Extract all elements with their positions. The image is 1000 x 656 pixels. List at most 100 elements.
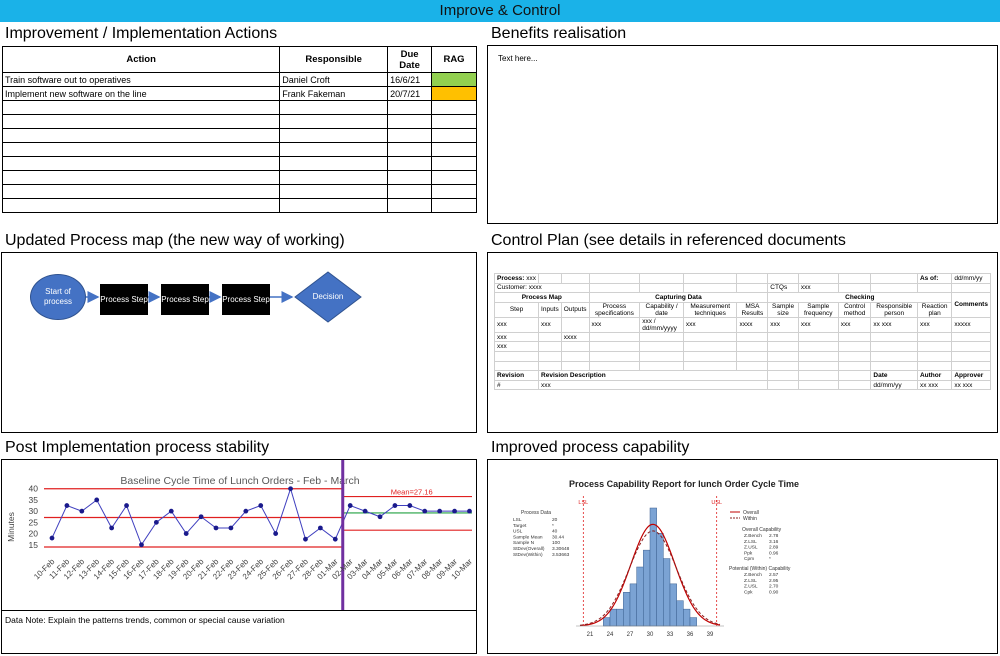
control-plan-box: Process: xxx As of: dd/mm/yy Customer: x… (487, 252, 998, 433)
empty-cell[interactable] (431, 156, 477, 171)
histogram-bar (689, 617, 697, 627)
cp-date-label: Date (870, 370, 918, 381)
histogram-bar (669, 583, 677, 627)
cp-column-header: Control method (837, 301, 872, 318)
empty-cell[interactable] (387, 114, 433, 129)
empty-cell[interactable] (1, 100, 281, 115)
empty-cell[interactable] (387, 156, 433, 171)
cp-cell: xxx (767, 316, 799, 333)
start-oval[interactable]: Start of process (30, 274, 86, 320)
empty-cell[interactable] (387, 100, 433, 115)
data-point (392, 503, 398, 508)
empty-cell[interactable] (1, 198, 281, 213)
cp-cell: xxx / dd/mm/yyyy (639, 316, 684, 333)
histogram-bar (616, 608, 624, 627)
capability-label: Z.LSL (744, 578, 757, 584)
process-data-value: 100 (552, 540, 560, 546)
y-axis-label: Minutes (6, 512, 16, 542)
cp-column-header: Capability / date (639, 301, 684, 318)
cp-approver-label: Approver (951, 370, 991, 381)
empty-cell[interactable] (387, 142, 433, 157)
empty-cell[interactable] (279, 100, 389, 115)
data-point (437, 508, 443, 514)
x-tick-label: 21 (587, 632, 594, 638)
empty-cell[interactable] (279, 170, 389, 185)
empty-cell[interactable] (387, 128, 433, 143)
empty-cell[interactable] (431, 170, 477, 185)
process-data-label: Target (513, 523, 527, 529)
cp-cell: xxx (837, 316, 872, 333)
cp-column-header: Sample size (767, 301, 799, 318)
empty-cell[interactable] (279, 142, 389, 157)
capability-value: 0.90 (769, 589, 779, 595)
process-data-label: LSL (513, 517, 522, 523)
empty-cell[interactable] (1, 114, 281, 129)
empty-cell[interactable] (1, 142, 281, 157)
cp-column-header: Inputs (538, 301, 562, 318)
capability-value: 3.16 (769, 539, 779, 545)
cp-group-checking: Checking (767, 292, 953, 303)
empty-cell[interactable] (279, 184, 389, 199)
rag-header: RAG (431, 46, 477, 73)
table-row-empty (1, 100, 477, 115)
process-map-box: Start of process Process Step Process St… (1, 252, 477, 433)
capability-value: 2.95 (769, 578, 779, 584)
action-cell[interactable]: Implement new software on the line (1, 86, 281, 101)
empty-cell[interactable] (279, 156, 389, 171)
within-capability-title: Potential (Within) Capability (729, 566, 791, 572)
rag-status-cell[interactable] (431, 72, 477, 87)
empty-cell[interactable] (431, 100, 477, 115)
due-date-cell[interactable]: 16/6/21 (387, 72, 433, 87)
responsible-cell[interactable]: Frank Fakeman (279, 86, 389, 101)
due-date-cell[interactable]: 20/7/21 (387, 86, 433, 101)
empty-cell[interactable] (431, 198, 477, 213)
legend-within-label: Within (743, 516, 757, 522)
chart-title: Baseline Cycle Time of Lunch Orders - Fe… (120, 475, 359, 487)
empty-cell[interactable] (387, 198, 433, 213)
empty-cell[interactable] (431, 142, 477, 157)
data-note-box[interactable]: Data Note: Explain the patterns trends, … (1, 610, 477, 654)
decision-text: Decision (295, 287, 361, 307)
empty-cell[interactable] (387, 170, 433, 185)
control-plan-table: Process: xxx As of: dd/mm/yy Customer: x… (493, 273, 991, 391)
empty-cell[interactable] (279, 128, 389, 143)
empty-cell[interactable] (431, 114, 477, 129)
y-tick-label: 20 (29, 529, 39, 539)
empty-cell[interactable] (431, 128, 477, 143)
data-point (332, 536, 338, 542)
cp-cell: xxx (493, 316, 540, 333)
cp-column-header: Step (493, 301, 540, 318)
process-data-value: 3.30648 (552, 546, 570, 552)
process-step[interactable]: Process Step (161, 284, 209, 315)
action-cell[interactable]: Train software out to operatives (1, 72, 281, 87)
empty-cell[interactable] (279, 114, 389, 129)
responsible-cell[interactable]: Daniel Croft (279, 72, 389, 87)
cp-approver-value: xx xxx (951, 379, 991, 391)
benefits-box[interactable]: Text here... (487, 45, 998, 224)
data-point (452, 508, 457, 514)
empty-cell[interactable] (431, 184, 477, 199)
process-data-label: Sample N (513, 540, 535, 546)
histogram-bar (676, 600, 684, 627)
capability-label: Z.Bench (744, 533, 762, 539)
empty-cell[interactable] (1, 184, 281, 199)
process-map-section-title: Updated Process map (the new way of work… (5, 232, 345, 249)
actions-table: Action Responsible Due Date RAG Train so… (1, 46, 477, 213)
cp-process-value: xxx (526, 274, 537, 282)
process-step[interactable]: Process Step (100, 284, 148, 315)
decision-label: Decision (312, 292, 344, 301)
rag-status-cell[interactable] (431, 86, 477, 101)
cp-cell (560, 316, 590, 333)
capability-label: Ppk (744, 550, 753, 556)
data-point (228, 525, 234, 531)
empty-cell[interactable] (1, 156, 281, 171)
table-row: Train software out to operatives Daniel … (1, 72, 477, 87)
cp-cell: xxxx (736, 316, 769, 333)
empty-cell[interactable] (1, 128, 281, 143)
data-point (213, 525, 219, 531)
empty-cell[interactable] (1, 170, 281, 185)
empty-cell[interactable] (279, 198, 389, 213)
empty-cell[interactable] (387, 184, 433, 199)
process-step[interactable]: Process Step (222, 284, 270, 315)
y-tick-label: 30 (29, 506, 39, 516)
